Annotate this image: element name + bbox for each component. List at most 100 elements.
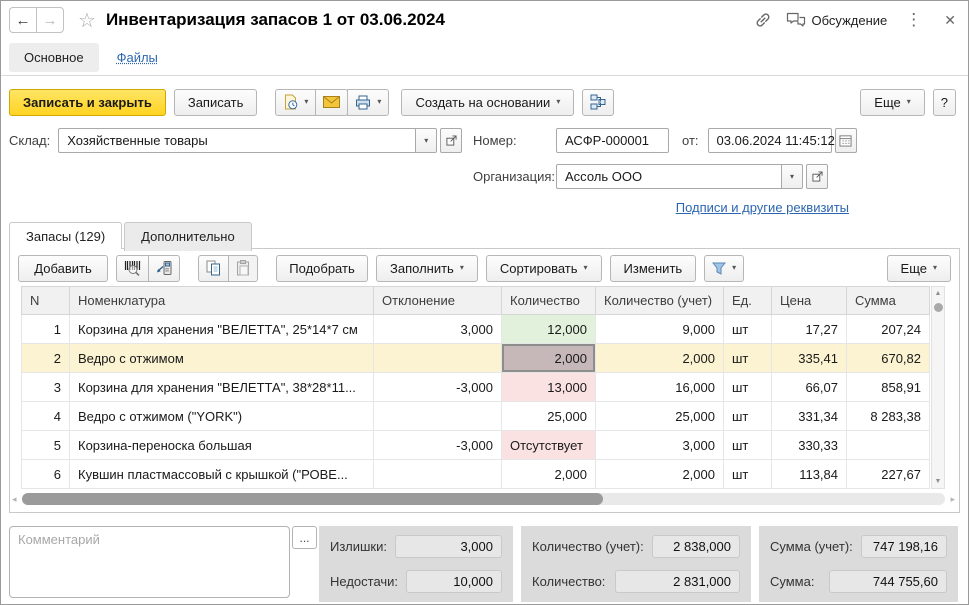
cell-unit[interactable]: шт [724,460,772,489]
column-header-nomenclature[interactable]: Номенклатура [70,287,374,315]
table-more-button[interactable]: Еще ▾ [887,255,951,282]
cell-deviation[interactable]: -3,000 [374,373,502,402]
print-button[interactable]: ▾ [347,89,389,116]
related-documents-button[interactable] [582,89,614,116]
cell-deviation[interactable]: 3,000 [374,315,502,344]
more-button[interactable]: Еще ▾ [860,89,924,116]
column-header-qty-acc[interactable]: Количество (учет) [596,287,724,315]
fill-button[interactable]: Заполнить ▾ [376,255,478,282]
nav-link-files[interactable]: Файлы [117,50,158,65]
paste-rows-button[interactable] [228,255,258,282]
cell-qty-acc[interactable]: 9,000 [596,315,724,344]
cell-unit[interactable]: шт [724,402,772,431]
cell-deviation[interactable] [374,402,502,431]
horizontal-scroll-thumb[interactable] [22,493,603,505]
kebab-menu-icon[interactable]: ⋮ [901,10,926,30]
copy-rows-button[interactable] [198,255,229,282]
scroll-down-icon[interactable]: ▼ [935,478,942,485]
help-button[interactable]: ? [933,89,956,116]
sort-button[interactable]: Сортировать ▾ [486,255,602,282]
cell-sum[interactable]: 670,82 [847,344,930,373]
filter-button[interactable]: ▾ [704,255,744,282]
column-header-qty[interactable]: Количество [502,287,596,315]
add-row-button[interactable]: Добавить [18,255,108,282]
cell-sum[interactable]: 227,67 [847,460,930,489]
cell-price[interactable]: 330,33 [772,431,847,460]
cell-nomenclature[interactable]: Корзина-переноска большая [70,431,374,460]
vertical-scroll-thumb[interactable] [934,303,943,312]
nav-item-main[interactable]: Основное [9,43,99,72]
comment-expand-button[interactable]: ... [292,526,317,549]
cell-deviation[interactable] [374,344,502,373]
column-header-deviation[interactable]: Отклонение [374,287,502,315]
barcode-scan-button[interactable] [116,255,149,282]
table-row[interactable]: 4 Ведро с отжимом ("YORK") 25,000 25,000… [22,402,930,431]
favorite-star-icon[interactable]: ☆ [78,8,96,33]
cell-price[interactable]: 331,34 [772,402,847,431]
cell-price[interactable]: 17,27 [772,315,847,344]
pick-items-button[interactable]: Подобрать [276,255,368,282]
discussion-button[interactable]: Обсуждение [786,12,888,28]
cell-n[interactable]: 2 [22,344,70,373]
cell-nomenclature[interactable]: Корзина для хранения "ВЕЛЕТТА", 25*14*7 … [70,315,374,344]
table-row[interactable]: 1 Корзина для хранения "ВЕЛЕТТА", 25*14*… [22,315,930,344]
cell-price[interactable]: 113,84 [772,460,847,489]
link-icon[interactable] [754,11,772,29]
data-terminal-button[interactable] [148,255,180,282]
comment-input[interactable] [9,526,290,598]
column-header-n[interactable]: N [22,287,70,315]
cell-qty[interactable]: Отсутствует [502,431,596,460]
table-row[interactable]: 3 Корзина для хранения "ВЕЛЕТТА", 38*28*… [22,373,930,402]
selected-cell-qty[interactable]: 2,000 [502,344,596,373]
cell-n[interactable]: 4 [22,402,70,431]
date-input[interactable]: 03.06.2024 11:45:12 [708,128,832,153]
scroll-right-icon[interactable]: ▸ [950,493,955,505]
cell-n[interactable]: 3 [22,373,70,402]
cell-n[interactable]: 1 [22,315,70,344]
cell-unit[interactable]: шт [724,373,772,402]
cell-qty-acc[interactable]: 2,000 [596,460,724,489]
cell-qty[interactable]: 12,000 [502,315,596,344]
column-header-price[interactable]: Цена [772,287,847,315]
cell-qty[interactable]: 25,000 [502,402,596,431]
cell-unit[interactable]: шт [724,315,772,344]
cell-qty[interactable]: 13,000 [502,373,596,402]
organization-open-button[interactable] [806,164,828,189]
cell-qty-acc[interactable]: 3,000 [596,431,724,460]
cell-qty-acc[interactable]: 16,000 [596,373,724,402]
edit-row-button[interactable]: Изменить [610,255,697,282]
scroll-up-icon[interactable]: ▲ [935,290,942,297]
cell-sum[interactable] [847,431,930,460]
cell-n[interactable]: 5 [22,431,70,460]
save-and-close-button[interactable]: Записать и закрыть [9,89,166,116]
create-based-on-button[interactable]: Создать на основании ▾ [401,89,574,116]
cell-price[interactable]: 335,41 [772,344,847,373]
number-input[interactable]: АСФР-000001 [556,128,669,153]
cell-price[interactable]: 66,07 [772,373,847,402]
cell-nomenclature[interactable]: Ведро с отжимом ("YORK") [70,402,374,431]
tab-stocks[interactable]: Запасы (129) [9,222,122,249]
cell-qty-acc[interactable]: 2,000 [596,344,724,373]
close-icon[interactable]: ✕ [944,12,956,29]
column-header-sum[interactable]: Сумма [847,287,930,315]
horizontal-scrollbar[interactable]: ◂ ▸ [22,493,945,505]
forward-button[interactable]: → [36,7,64,33]
cell-qty-acc[interactable]: 25,000 [596,402,724,431]
table-row[interactable]: 5 Корзина-переноска большая -3,000 Отсут… [22,431,930,460]
organization-input[interactable]: Ассоль ООО [556,164,781,189]
cell-nomenclature[interactable]: Ведро с отжимом [70,344,374,373]
send-email-button[interactable] [315,89,348,116]
cell-deviation[interactable]: -3,000 [374,431,502,460]
cell-sum[interactable]: 858,91 [847,373,930,402]
table-row-current[interactable]: 2 Ведро с отжимом 2,000 2,000 шт 335,41 … [22,344,930,373]
column-header-unit[interactable]: Ед. [724,287,772,315]
warehouse-input[interactable]: Хозяйственные товары [58,128,415,153]
save-button[interactable]: Записать [174,89,258,116]
cell-sum[interactable]: 8 283,38 [847,402,930,431]
attached-files-button[interactable]: ▾ [275,89,316,116]
date-calendar-button[interactable] [835,128,857,153]
signatures-details-link[interactable]: Подписи и другие реквизиты [676,200,849,215]
tab-additional[interactable]: Дополнительно [124,222,252,251]
organization-dropdown-button[interactable]: ▾ [781,164,803,189]
warehouse-open-button[interactable] [440,128,462,153]
